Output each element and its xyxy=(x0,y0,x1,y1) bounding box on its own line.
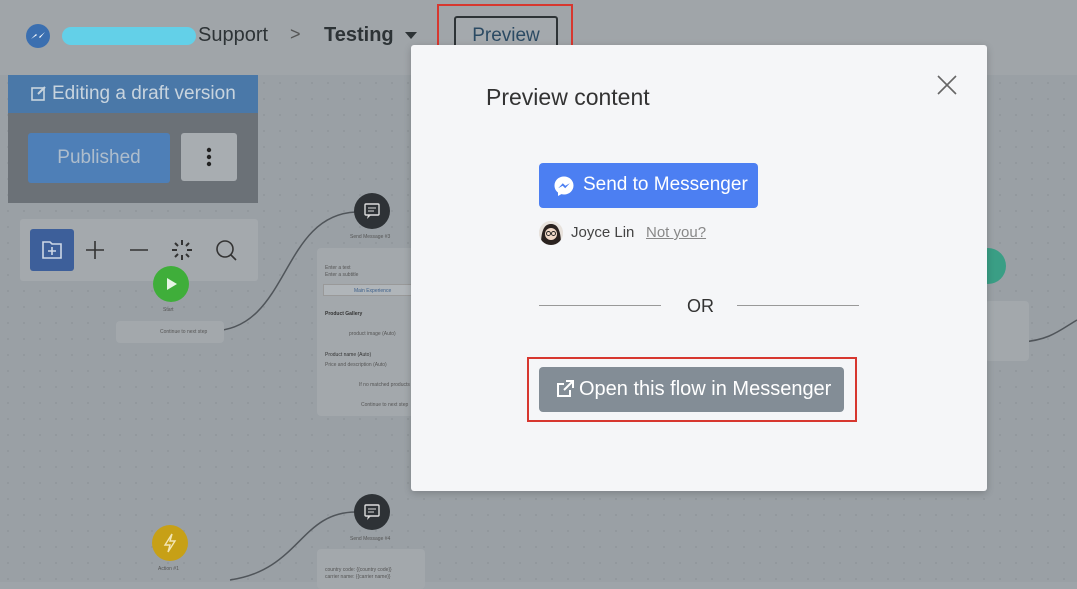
send-message-1-title: Send Message #3 xyxy=(350,234,391,240)
add-folder-button[interactable] xyxy=(30,229,74,271)
highlight-box xyxy=(527,357,857,422)
card-button-label: Main Experience xyxy=(354,288,392,294)
send-to-messenger-label: Send to Messenger xyxy=(583,174,748,195)
messenger-icon xyxy=(554,176,574,196)
card-text-line: Enter a subtitle xyxy=(325,272,359,278)
action-node-icon[interactable] xyxy=(152,525,188,561)
start-label: Start xyxy=(163,307,174,313)
plus-icon xyxy=(86,241,104,259)
add-folder-icon xyxy=(42,241,62,259)
send-to-messenger-button[interactable]: Send to Messenger xyxy=(539,163,758,208)
close-icon[interactable] xyxy=(936,74,958,96)
continue-step-label: Continue to next step xyxy=(361,402,409,408)
divider xyxy=(737,305,859,306)
send-message-node-icon[interactable] xyxy=(354,494,390,530)
minus-icon xyxy=(130,249,148,251)
start-card[interactable]: Continue to next step xyxy=(116,321,224,343)
if-not-matched-label: If no matched products xyxy=(359,382,410,388)
or-label: OR xyxy=(687,296,714,316)
send-message-2-title: Send Message #4 xyxy=(350,536,391,542)
zoom-out-button[interactable] xyxy=(128,239,150,266)
more-vertical-icon xyxy=(206,147,212,167)
fit-view-button[interactable] xyxy=(170,238,194,267)
product-gallery-label: Product Gallery xyxy=(325,311,363,317)
start-continue-label: Continue to next step xyxy=(160,329,208,335)
country-code-line: country code: {{country code}} xyxy=(325,567,392,573)
modal-title: Preview content xyxy=(486,84,650,110)
send-message-node-icon[interactable] xyxy=(354,193,390,229)
editing-status-bar: Editing a draft version xyxy=(8,75,258,113)
user-name: Joyce Lin xyxy=(571,224,635,241)
card-text-line: Enter a text xyxy=(325,265,351,271)
published-button[interactable]: Published xyxy=(28,133,170,183)
more-options-button[interactable] xyxy=(181,133,237,181)
editing-label: Editing a draft version xyxy=(52,83,236,104)
action-label: Action #1 xyxy=(158,566,179,572)
edit-icon xyxy=(30,75,48,113)
product-image-label: product image (Auto) xyxy=(349,331,396,337)
send-message-1-card[interactable]: Enter a text Enter a subtitle Main Exper… xyxy=(317,248,417,416)
price-desc-label: Price and description (Auto) xyxy=(325,362,387,368)
search-icon xyxy=(216,240,237,261)
zoom-in-button[interactable] xyxy=(84,239,106,266)
search-button[interactable] xyxy=(214,238,238,267)
not-you-link[interactable]: Not you? xyxy=(646,224,706,241)
carrier-name-line: carrier name: {{carrier name}} xyxy=(325,574,391,580)
spinner-icon xyxy=(172,240,192,260)
send-message-2-card[interactable]: country code: {{country code}} carrier n… xyxy=(317,549,425,589)
divider xyxy=(539,305,661,306)
product-name-label: Product name (Auto) xyxy=(325,352,372,358)
preview-modal xyxy=(411,45,987,491)
partial-card[interactable] xyxy=(985,301,1029,361)
card-button[interactable]: Main Experience xyxy=(323,284,413,296)
avatar xyxy=(539,221,563,245)
start-node-icon[interactable] xyxy=(153,266,189,302)
